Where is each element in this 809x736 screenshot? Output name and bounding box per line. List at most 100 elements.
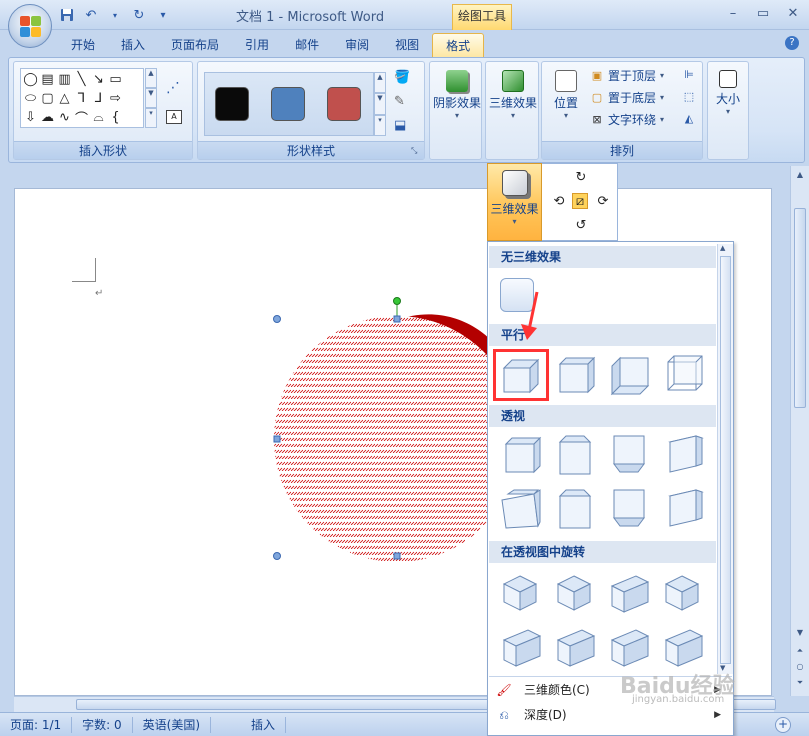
ellipse-shape-icon[interactable]: ⬭ (22, 89, 39, 108)
3d-rotate-8[interactable] (660, 626, 706, 668)
tab-page-layout[interactable]: 页面布局 (158, 33, 232, 57)
save-icon[interactable] (58, 6, 76, 24)
tilt-down-icon[interactable]: ↺ (573, 218, 589, 234)
3d-perspective-2[interactable] (552, 434, 598, 476)
rounded-rect-shape-icon[interactable]: ▢ (39, 89, 56, 108)
undo-icon[interactable]: ↶ (82, 6, 100, 24)
freeform-shape-icon[interactable]: ∿ (56, 108, 73, 127)
status-page[interactable]: 页面: 1/1 (0, 716, 73, 733)
3d-effects-ribbon-button[interactable]: 三维效果 ▾ (486, 66, 540, 142)
shape-outline-icon[interactable]: ✎ (394, 94, 420, 112)
rotate-icon[interactable]: ◭ (682, 112, 696, 126)
3d-perspective-1[interactable] (498, 434, 544, 476)
vertical-scroll-thumb[interactable] (794, 208, 806, 408)
dropdown-caret-icon[interactable]: ▾ (106, 6, 124, 24)
tilt-left-icon[interactable]: ⟲ (551, 194, 567, 210)
prev-page-icon[interactable]: ⏶ (794, 646, 806, 658)
tab-references[interactable]: 引用 (232, 33, 282, 57)
send-to-back-button[interactable]: ▢ 置于底层 ▾ (590, 88, 664, 108)
more-shapes-icon-3[interactable] (124, 108, 141, 127)
status-words[interactable]: 字数: 0 (72, 716, 133, 733)
3d-parallel-4[interactable] (660, 354, 706, 396)
office-button[interactable] (8, 4, 52, 48)
rectangle-shape-icon[interactable]: ▭ (107, 70, 124, 89)
3d-toggle-icon[interactable]: ⧄ (572, 193, 588, 209)
3d-rotate-6[interactable] (552, 626, 598, 668)
vertical-scrollbar[interactable]: ▲ ▼ ⏶ ○ ⏷ (790, 166, 809, 696)
more-shapes-icon-2[interactable] (124, 89, 141, 108)
menu-item-depth[interactable]: ⎌ 深度(D) ▶ (488, 703, 733, 727)
styles-up-icon[interactable]: ▲ (374, 72, 386, 94)
shape-fill-icon[interactable]: 🪣 (394, 70, 420, 88)
3d-rotate-1[interactable] (498, 572, 544, 614)
style-swatch-red[interactable] (327, 87, 361, 121)
curve-shape-icon[interactable]: ⌒ (73, 108, 90, 127)
3d-rotate-5[interactable] (498, 626, 544, 668)
elbow-connector-icon[interactable]: ⅂ (73, 89, 90, 108)
oval-shape-icon[interactable]: ◯ (22, 70, 39, 89)
tab-insert[interactable]: 插入 (108, 33, 158, 57)
minimize-icon[interactable]: – (723, 6, 743, 22)
zoom-in-icon[interactable]: + (775, 717, 791, 733)
3d-parallel-2[interactable] (552, 354, 598, 396)
more-shapes-icon[interactable] (124, 70, 141, 89)
browse-object-icon[interactable]: ○ (794, 662, 806, 674)
tab-format[interactable]: 格式 (432, 33, 485, 57)
align-icon[interactable]: ⊫ (682, 68, 696, 82)
position-button[interactable]: 位置 ▾ (544, 66, 588, 142)
next-page-icon[interactable]: ⏷ (794, 678, 806, 690)
bring-to-front-button[interactable]: ▣ 置于顶层 ▾ (590, 66, 664, 86)
text-wrap-button[interactable]: ⊠ 文字环绕 ▾ (590, 110, 664, 130)
dialog-launcher-icon[interactable]: ⤡ (411, 146, 421, 156)
triangle-shape-icon[interactable]: △ (56, 89, 73, 108)
3d-parallel-1[interactable] (493, 349, 549, 401)
vertical-textbox-shape-icon[interactable]: ▥ (56, 70, 73, 89)
style-swatch-blue[interactable] (271, 87, 305, 121)
line-shape-icon[interactable]: ╲ (73, 70, 90, 89)
styles-down-icon[interactable]: ▼ (374, 93, 386, 115)
right-arrow-shape-icon[interactable]: ⇨ (107, 89, 124, 108)
size-button[interactable]: 大小 ▾ (708, 66, 748, 142)
3d-rotate-2[interactable] (552, 572, 598, 614)
tab-view[interactable]: 视图 (382, 33, 432, 57)
menu-scroll-thumb[interactable] (720, 256, 731, 664)
brace-shape-icon[interactable]: { (107, 108, 124, 127)
3d-rotate-3[interactable] (606, 572, 652, 614)
menu-scrollbar[interactable]: ▲ ▼ (717, 244, 733, 674)
3d-perspective-3[interactable] (606, 434, 652, 476)
arc-shape-icon[interactable]: ⌓ (90, 108, 107, 127)
tilt-right-icon[interactable]: ⟳ (595, 194, 611, 210)
menu-scroll-up-icon[interactable]: ▲ (720, 244, 725, 252)
edit-shape-icon[interactable]: ⋰ (166, 80, 180, 96)
status-insert-mode[interactable]: 插入 (241, 716, 287, 733)
3d-rotate-7[interactable] (606, 626, 652, 668)
tilt-up-icon[interactable]: ↻ (573, 170, 589, 186)
3d-perspective-6[interactable] (552, 488, 598, 530)
3d-perspective-7[interactable] (606, 488, 652, 530)
3d-perspective-8[interactable] (660, 488, 706, 530)
group-objects-icon[interactable]: ⬚ (682, 90, 696, 104)
close-icon[interactable]: ✕ (783, 6, 803, 22)
shapes-gallery-scroll[interactable]: ▲ ▼ ▾ (145, 68, 157, 128)
styles-more-icon[interactable]: ▾ (374, 114, 386, 136)
redo-icon[interactable]: ↻ (130, 6, 148, 24)
textbox-shape-icon[interactable]: ▤ (39, 70, 56, 89)
change-shape-icon[interactable]: ⬓ (394, 118, 420, 136)
customize-icon[interactable]: ▾ (154, 6, 172, 24)
3d-perspective-4[interactable] (660, 434, 706, 476)
style-swatch-black[interactable] (215, 87, 249, 121)
3d-parallel-3[interactable] (606, 354, 652, 396)
3d-effects-dropdown-button[interactable]: 三维效果 ▾ (487, 163, 542, 241)
scroll-up-icon[interactable]: ▲ (794, 170, 806, 182)
tab-review[interactable]: 审阅 (332, 33, 382, 57)
scroll-down-icon[interactable]: ▼ (794, 628, 806, 640)
3d-perspective-5[interactable] (498, 488, 544, 530)
help-icon[interactable]: ? (785, 36, 799, 50)
gallery-down-icon[interactable]: ▼ (145, 88, 157, 108)
cloud-shape-icon[interactable]: ☁ (39, 108, 56, 127)
gallery-more-icon[interactable]: ▾ (145, 108, 157, 128)
tab-mailings[interactable]: 邮件 (282, 33, 332, 57)
maximize-icon[interactable]: ▭ (753, 6, 773, 22)
status-language[interactable]: 英语(美国) (133, 716, 212, 733)
shadow-effects-button[interactable]: 阴影效果 ▾ (430, 66, 484, 142)
